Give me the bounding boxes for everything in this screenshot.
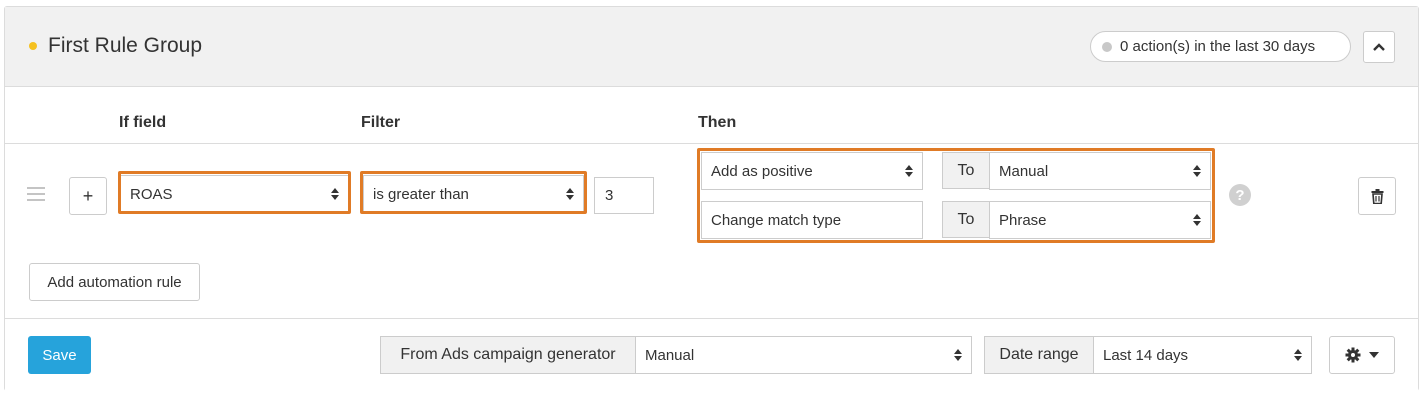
divider <box>5 143 1418 144</box>
column-header-then: Then <box>698 114 737 131</box>
date-range-label: Date range <box>984 336 1094 374</box>
add-condition-button[interactable]: + <box>69 177 107 215</box>
badge-dot <box>1102 42 1112 52</box>
source-select[interactable]: Manual <box>635 336 972 374</box>
highlight-filter <box>360 171 587 214</box>
help-icon[interactable]: ? <box>1229 184 1251 206</box>
rule-group-panel: First Rule Group 0 action(s) in the last… <box>4 6 1419 391</box>
trash-icon <box>1371 188 1383 204</box>
source-label: From Ads campaign generator <box>380 336 636 374</box>
column-header-if-field: If field <box>119 114 167 131</box>
highlight-then <box>697 148 1215 243</box>
date-range-select[interactable]: Last 14 days <box>1093 336 1312 374</box>
chevron-up-icon <box>1373 43 1385 51</box>
drag-handle-icon[interactable] <box>27 187 45 201</box>
rule-group-header: First Rule Group 0 action(s) in the last… <box>5 7 1418 87</box>
add-automation-rule-button[interactable]: Add automation rule <box>29 263 200 301</box>
footer-toolbar: Save From Ads campaign generator Manual … <box>5 318 1418 391</box>
actions-count-badge: 0 action(s) in the last 30 days <box>1090 31 1351 62</box>
source-value: Manual <box>645 346 695 364</box>
date-range-value: Last 14 days <box>1103 346 1189 364</box>
gear-icon <box>1345 347 1361 363</box>
save-button[interactable]: Save <box>28 336 91 374</box>
delete-rule-button[interactable] <box>1358 177 1396 215</box>
collapse-button[interactable] <box>1363 31 1395 63</box>
settings-dropdown-button[interactable] <box>1329 336 1395 374</box>
status-dot <box>29 42 37 50</box>
select-arrows-icon <box>1293 348 1303 362</box>
column-header-filter: Filter <box>361 114 401 131</box>
rule-group-title: First Rule Group <box>48 34 203 57</box>
select-arrows-icon <box>953 348 963 362</box>
threshold-input[interactable]: 3 <box>594 177 654 214</box>
caret-down-icon <box>1369 352 1379 358</box>
highlight-if-field <box>118 171 351 214</box>
actions-count-text: 0 action(s) in the last 30 days <box>1120 38 1316 55</box>
